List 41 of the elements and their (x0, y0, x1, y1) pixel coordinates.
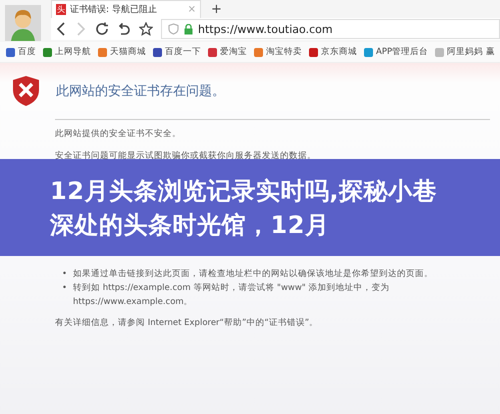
more-info-text: 有关详细信息，请参阅 Internet Explorer“帮助”中的“证书错误”。 (55, 317, 320, 329)
shield-icon (168, 23, 179, 35)
bookmark-link[interactable]: 百度一下 (153, 46, 201, 58)
undo-icon[interactable] (117, 22, 131, 36)
banner-title: 12月头条浏览记录实时吗,探秘小巷深处的头条时光馆，12月 (50, 176, 438, 240)
bookmark-link[interactable]: 百度 (6, 46, 36, 58)
refresh-icon[interactable] (95, 22, 109, 36)
bookmark-icon (435, 48, 444, 56)
url-text: https://www.toutiao.com (198, 22, 333, 36)
bullet-mark: • (62, 282, 68, 295)
bookmark-icon (43, 48, 52, 56)
suggestion-text: 转到如 https://example.com 等网站时，请尝试将 "www" 添加到地址中，变为 https://www.example.com。 (73, 282, 390, 309)
bookmark-link[interactable]: 淘宝特卖 (254, 46, 302, 58)
star-icon[interactable] (139, 22, 153, 36)
address-bar[interactable]: https://www.toutiao.com (161, 19, 500, 39)
site-icon: 头 (56, 4, 66, 15)
bookmark-icon (208, 48, 217, 56)
error-heading: 此网站的安全证书存在问题。 (56, 83, 225, 100)
bookmark-icon (98, 48, 107, 56)
lock-icon (184, 24, 193, 34)
error-message: 此网站提供的安全证书不安全。 (55, 128, 182, 140)
bookmark-link[interactable]: 阿里妈妈 赢 (435, 46, 495, 58)
bookmark-link[interactable]: 上网导航 (43, 46, 91, 58)
back-icon[interactable] (55, 22, 67, 36)
bookmark-link[interactable]: 爱淘宝 (208, 46, 247, 58)
suggestion-text: 如果通过单击链接到达此页面，请检查地址栏中的网站以确保该地址是你希望到达的页面。 (73, 268, 434, 281)
new-tab-button[interactable]: + (211, 2, 222, 16)
bookmark-link[interactable]: 天猫商城 (98, 46, 146, 58)
error-message: 安全证书问题可能显示试图欺骗你或截获你向服务器发送的数据。 (55, 150, 317, 162)
browser-tab[interactable]: 头 证书错误: 导航已阻止 × (51, 0, 201, 18)
bookmark-icon (254, 48, 263, 56)
bookmark-link[interactable]: APP管理后台 (364, 46, 428, 58)
bookmark-icon (309, 48, 318, 56)
tab-title: 证书错误: 导航已阻止 (70, 4, 158, 16)
error-shield-icon (12, 75, 40, 107)
bookmark-icon (153, 48, 162, 56)
bookmark-link[interactable]: 京东商城 (309, 46, 357, 58)
bookmark-icon (364, 48, 373, 56)
avatar-icon (5, 5, 41, 41)
bullet-mark: • (62, 268, 68, 281)
bookmark-icon (6, 48, 15, 56)
